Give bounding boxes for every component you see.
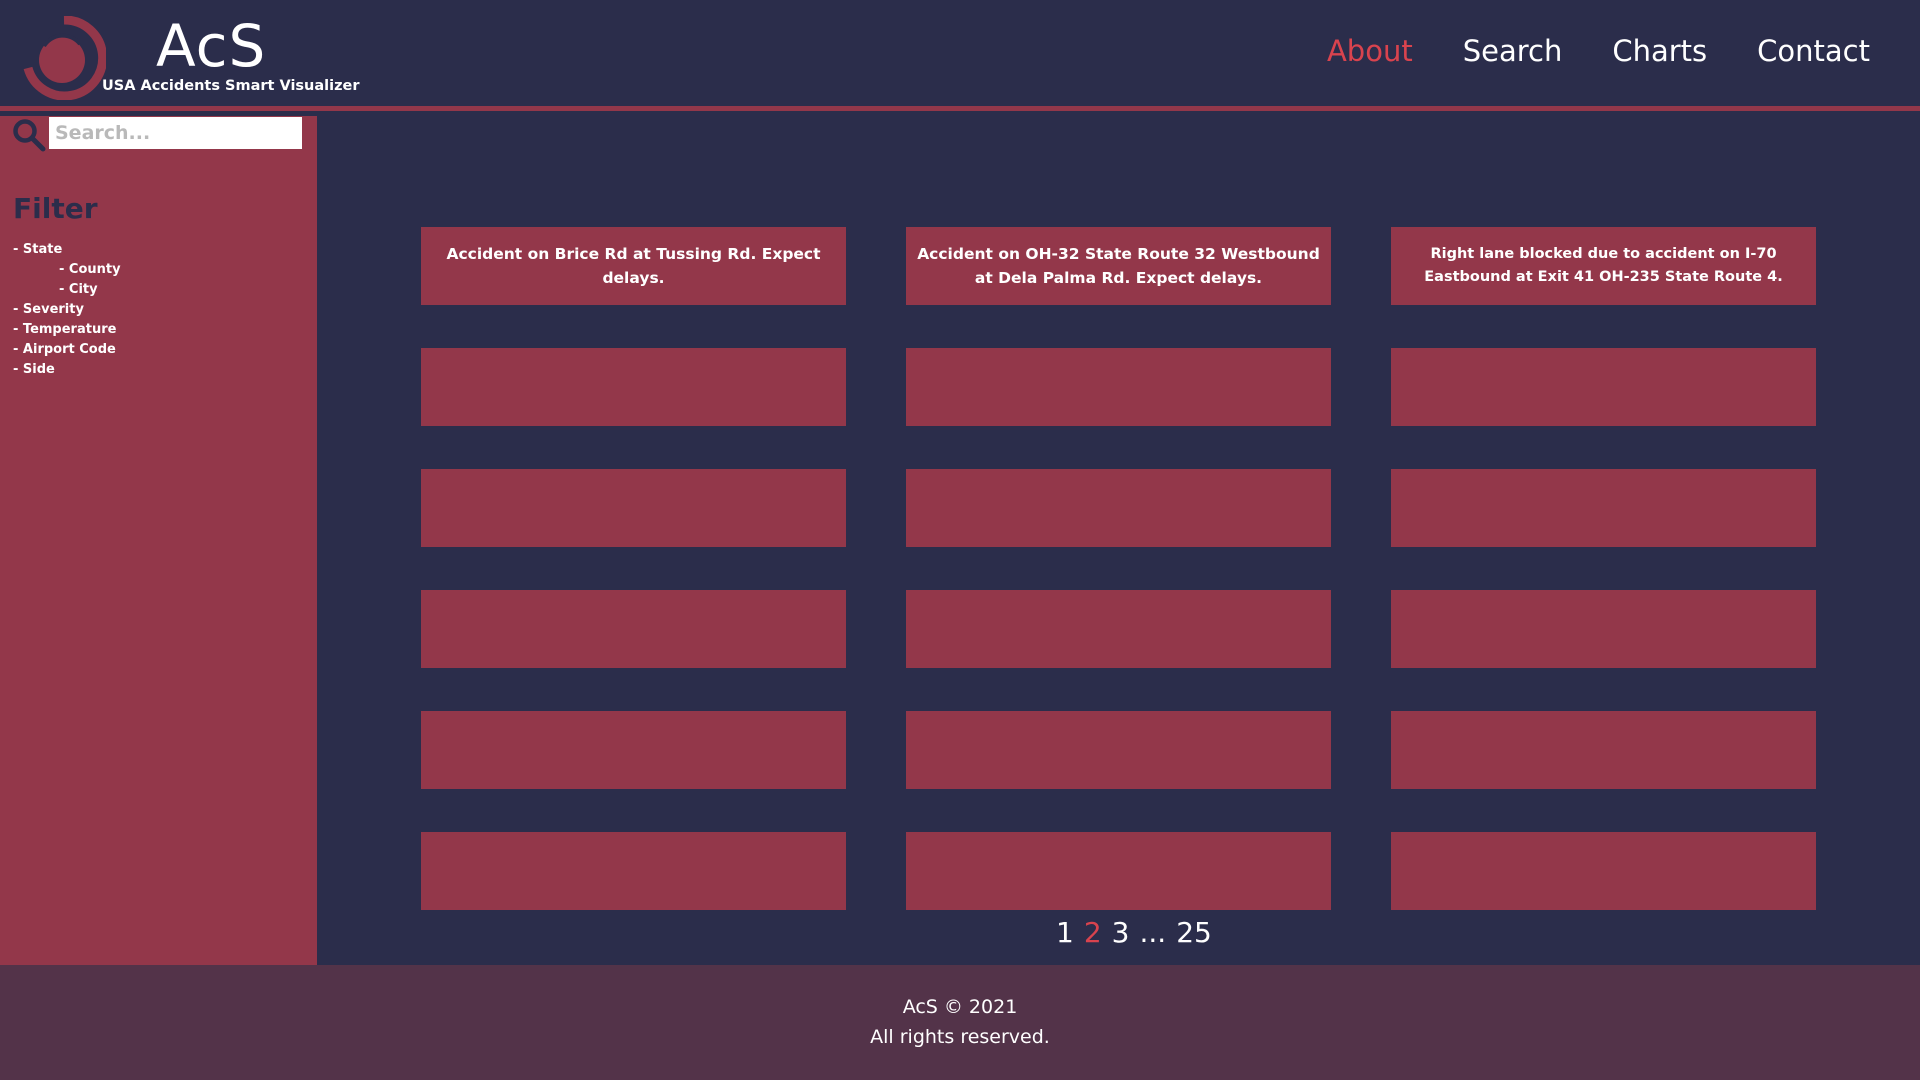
filter-item-side[interactable]: - Side [13, 360, 121, 380]
brand-subtitle: USA Accidents Smart Visualizer [102, 78, 360, 94]
accident-card[interactable] [906, 348, 1331, 426]
accident-card[interactable] [906, 711, 1331, 789]
accident-card[interactable] [1391, 832, 1816, 910]
accident-card[interactable] [421, 590, 846, 668]
accident-card[interactable] [421, 469, 846, 547]
site-header: AcS USA Accidents Smart Visualizer About… [0, 0, 1920, 111]
accident-card[interactable] [906, 832, 1331, 910]
filter-item-county[interactable]: - County [13, 260, 121, 280]
nav-about[interactable]: About [1327, 34, 1413, 68]
accident-card[interactable] [1391, 711, 1816, 789]
ring-logo-icon[interactable] [22, 16, 106, 100]
accident-card[interactable]: Accident on OH-32 State Route 32 Westbou… [906, 227, 1331, 305]
filter-item-airport-code[interactable]: - Airport Code [13, 340, 121, 360]
page-link-25[interactable]: 25 [1176, 916, 1212, 949]
nav-search[interactable]: Search [1463, 34, 1563, 68]
accident-card[interactable] [421, 832, 846, 910]
page-link-2-current[interactable]: 2 [1084, 916, 1102, 949]
accident-card[interactable] [421, 348, 846, 426]
search-icon[interactable] [12, 118, 46, 152]
filter-item-temperature[interactable]: - Temperature [13, 320, 121, 340]
accident-card[interactable] [1391, 348, 1816, 426]
nav-contact[interactable]: Contact [1757, 34, 1870, 68]
accident-card[interactable] [421, 711, 846, 789]
search-input[interactable] [49, 117, 302, 149]
copyright-text: AcS © 2021 [902, 996, 1018, 1018]
nav-charts[interactable]: Charts [1612, 34, 1707, 68]
accident-card[interactable] [906, 469, 1331, 547]
accident-card[interactable] [906, 590, 1331, 668]
brand-title: AcS [156, 12, 267, 80]
accident-card[interactable] [1391, 469, 1816, 547]
filter-item-city[interactable]: - City [13, 280, 121, 300]
filter-item-state[interactable]: - State [13, 240, 121, 260]
main-nav: About Search Charts Contact [1327, 34, 1870, 68]
page-link-1[interactable]: 1 [1056, 916, 1074, 949]
page-ellipsis: ... [1139, 916, 1167, 949]
page-link-3[interactable]: 3 [1112, 916, 1130, 949]
accident-card[interactable]: Right lane blocked due to accident on I-… [1391, 227, 1816, 305]
pagination: 1 2 3 ... 25 [1056, 916, 1212, 949]
filter-list: - State - County - City - Severity - Tem… [13, 240, 121, 380]
filter-item-severity[interactable]: - Severity [13, 300, 121, 320]
site-footer: AcS © 2021 All rights reserved. [0, 965, 1920, 1080]
accident-card[interactable]: Accident on Brice Rd at Tussing Rd. Expe… [421, 227, 846, 305]
rights-text: All rights reserved. [870, 1026, 1050, 1048]
accident-card[interactable] [1391, 590, 1816, 668]
filter-title: Filter [13, 192, 98, 225]
